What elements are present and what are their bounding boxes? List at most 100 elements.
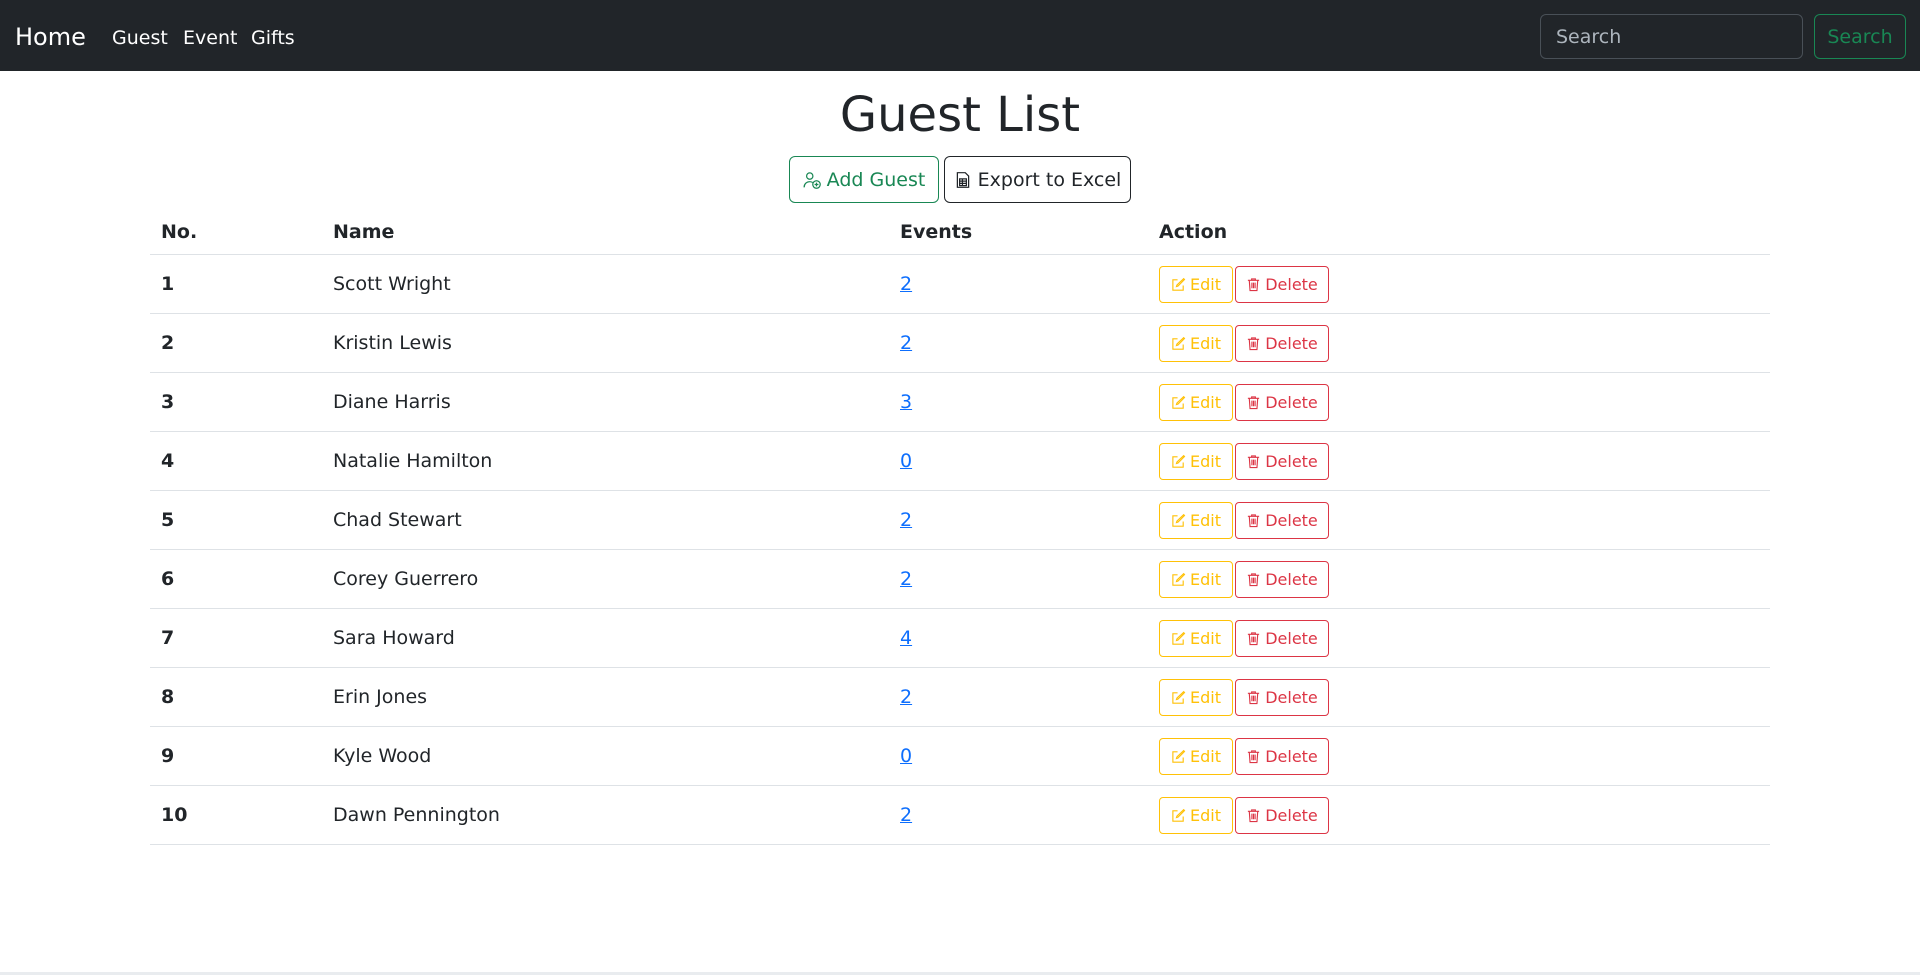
events-count-link[interactable]: 2 xyxy=(900,686,912,708)
delete-button[interactable]: Delete xyxy=(1235,383,1329,421)
edit-label: Edit xyxy=(1190,392,1221,412)
table-row: 5 Chad Stewart 2 Edit Delete xyxy=(150,490,1770,550)
guest-name: Erin Jones xyxy=(322,667,889,727)
spreadsheet-file-icon xyxy=(956,171,969,188)
export-excel-button[interactable]: Export to Excel xyxy=(944,156,1131,203)
edit-button[interactable]: Edit xyxy=(1159,383,1233,421)
table-row: 7 Sara Howard 4 Edit Delete xyxy=(150,608,1770,668)
delete-button[interactable]: Delete xyxy=(1235,324,1329,362)
action-cell: Edit Delete xyxy=(1148,431,1770,491)
guest-name: Diane Harris xyxy=(322,372,889,432)
edit-button[interactable]: Edit xyxy=(1159,796,1233,834)
guest-name: Chad Stewart xyxy=(322,490,889,550)
table-row: 6 Corey Guerrero 2 Edit Delete xyxy=(150,549,1770,609)
events-count-link[interactable]: 2 xyxy=(900,568,912,590)
edit-label: Edit xyxy=(1190,805,1221,825)
delete-label: Delete xyxy=(1265,333,1318,353)
nav-link-gifts[interactable]: Gifts xyxy=(251,27,295,49)
edit-label: Edit xyxy=(1190,746,1221,766)
pencil-square-icon xyxy=(1172,336,1186,350)
edit-label: Edit xyxy=(1190,569,1221,589)
guest-name: Kristin Lewis xyxy=(322,313,889,373)
edit-button[interactable]: Edit xyxy=(1159,737,1233,775)
top-navbar: Home Guest Event Gifts Search xyxy=(0,0,1920,71)
events-count-link[interactable]: 2 xyxy=(900,509,912,531)
action-cell: Edit Delete xyxy=(1148,372,1770,432)
delete-button[interactable]: Delete xyxy=(1235,796,1329,834)
table-row: 8 Erin Jones 2 Edit Delete xyxy=(150,667,1770,727)
edit-label: Edit xyxy=(1190,333,1221,353)
row-number: 8 xyxy=(150,667,322,727)
edit-button[interactable]: Edit xyxy=(1159,265,1233,303)
edit-button[interactable]: Edit xyxy=(1159,560,1233,598)
pencil-square-icon xyxy=(1172,749,1186,763)
add-guest-button[interactable]: Add Guest xyxy=(789,156,939,203)
delete-label: Delete xyxy=(1265,628,1318,648)
events-cell: 2 xyxy=(889,549,1148,609)
table-body: 1 Scott Wright 2 Edit Delete 2 Kristin L… xyxy=(150,254,1770,845)
search-button[interactable]: Search xyxy=(1814,14,1906,59)
delete-label: Delete xyxy=(1265,746,1318,766)
events-cell: 0 xyxy=(889,431,1148,491)
table-row: 9 Kyle Wood 0 Edit Delete xyxy=(150,726,1770,786)
guest-table: No. Name Events Action 1 Scott Wright 2 … xyxy=(150,209,1770,845)
nav-link-event[interactable]: Event xyxy=(183,27,237,49)
table-row: 3 Diane Harris 3 Edit Delete xyxy=(150,372,1770,432)
add-guest-label: Add Guest xyxy=(826,168,926,191)
row-number: 9 xyxy=(150,726,322,786)
trash-icon xyxy=(1248,631,1260,645)
pencil-square-icon xyxy=(1172,395,1186,409)
edit-label: Edit xyxy=(1190,510,1221,530)
table-row: 4 Natalie Hamilton 0 Edit Delete xyxy=(150,431,1770,491)
delete-button[interactable]: Delete xyxy=(1235,737,1329,775)
delete-label: Delete xyxy=(1265,392,1318,412)
row-number: 7 xyxy=(150,608,322,668)
events-cell: 3 xyxy=(889,372,1148,432)
edit-button[interactable]: Edit xyxy=(1159,501,1233,539)
events-cell: 2 xyxy=(889,313,1148,373)
delete-button[interactable]: Delete xyxy=(1235,442,1329,480)
events-count-link[interactable]: 3 xyxy=(900,391,912,413)
edit-button[interactable]: Edit xyxy=(1159,678,1233,716)
delete-label: Delete xyxy=(1265,510,1318,530)
events-count-link[interactable]: 2 xyxy=(900,273,912,295)
guest-name: Corey Guerrero xyxy=(322,549,889,609)
events-count-link[interactable]: 2 xyxy=(900,332,912,354)
events-count-link[interactable]: 4 xyxy=(900,627,912,649)
nav-home-link[interactable]: Home xyxy=(15,23,86,51)
pencil-square-icon xyxy=(1172,572,1186,586)
events-cell: 2 xyxy=(889,490,1148,550)
table-row: 2 Kristin Lewis 2 Edit Delete xyxy=(150,313,1770,373)
table-row: 1 Scott Wright 2 Edit Delete xyxy=(150,254,1770,314)
pencil-square-icon xyxy=(1172,454,1186,468)
trash-icon xyxy=(1248,513,1260,527)
trash-icon xyxy=(1248,808,1260,822)
row-number: 10 xyxy=(150,785,322,845)
header-action: Action xyxy=(1148,209,1770,255)
delete-button[interactable]: Delete xyxy=(1235,501,1329,539)
events-cell: 0 xyxy=(889,726,1148,786)
row-number: 2 xyxy=(150,313,322,373)
delete-button[interactable]: Delete xyxy=(1235,678,1329,716)
guest-name: Dawn Pennington xyxy=(322,785,889,845)
events-count-link[interactable]: 2 xyxy=(900,804,912,826)
row-number: 6 xyxy=(150,549,322,609)
edit-button[interactable]: Edit xyxy=(1159,619,1233,657)
search-input[interactable] xyxy=(1540,14,1803,59)
delete-button[interactable]: Delete xyxy=(1235,265,1329,303)
edit-button[interactable]: Edit xyxy=(1159,442,1233,480)
delete-label: Delete xyxy=(1265,274,1318,294)
guest-name: Scott Wright xyxy=(322,254,889,314)
delete-button[interactable]: Delete xyxy=(1235,560,1329,598)
header-name: Name xyxy=(322,209,889,255)
trash-icon xyxy=(1248,395,1260,409)
pencil-square-icon xyxy=(1172,631,1186,645)
events-count-link[interactable]: 0 xyxy=(900,450,912,472)
delete-button[interactable]: Delete xyxy=(1235,619,1329,657)
nav-link-guest[interactable]: Guest xyxy=(112,27,168,49)
edit-button[interactable]: Edit xyxy=(1159,324,1233,362)
action-cell: Edit Delete xyxy=(1148,667,1770,727)
action-cell: Edit Delete xyxy=(1148,726,1770,786)
events-count-link[interactable]: 0 xyxy=(900,745,912,767)
events-cell: 2 xyxy=(889,785,1148,845)
